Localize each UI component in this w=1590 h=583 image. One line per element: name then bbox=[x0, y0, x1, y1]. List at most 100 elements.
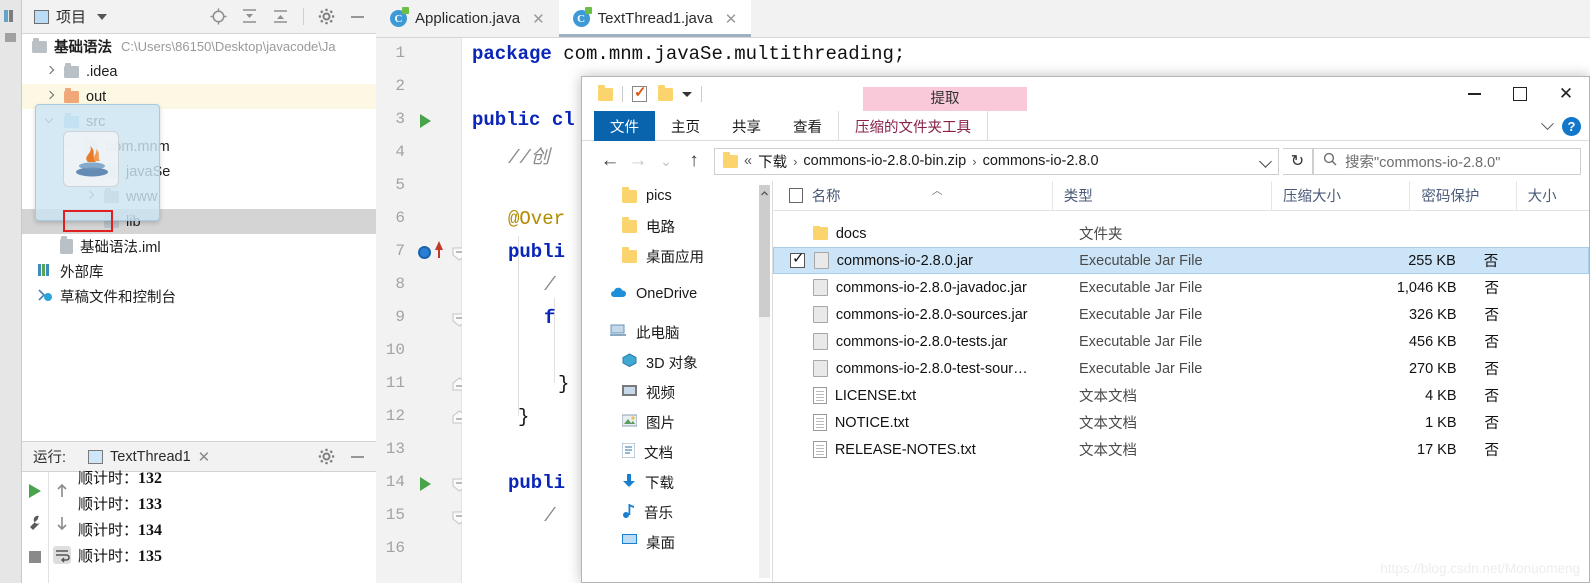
ribbon-tab-compressed-tools[interactable]: 压缩的文件夹工具 bbox=[839, 111, 987, 141]
file-rows[interactable]: docs 文件夹 commons-io-2.8.0.jar Executable… bbox=[773, 211, 1589, 582]
chevron-down-icon[interactable] bbox=[1259, 154, 1272, 168]
close-icon[interactable]: ✕ bbox=[198, 448, 211, 466]
tree-row-iml[interactable]: 基础语法.iml bbox=[22, 234, 376, 259]
file-row-javadoc-jar[interactable]: commons-io-2.8.0-javadoc.jar Executable … bbox=[773, 274, 1589, 301]
search-input[interactable]: 搜索"commons-io-2.8.0" bbox=[1313, 147, 1581, 175]
soft-wrap-icon[interactable] bbox=[53, 546, 71, 564]
up-icon[interactable]: ↑ bbox=[680, 147, 708, 175]
refresh-icon[interactable]: ↻ bbox=[1283, 147, 1313, 175]
wrench-icon[interactable] bbox=[26, 514, 44, 532]
close-icon[interactable]: ✕ bbox=[1543, 77, 1589, 111]
address-bar[interactable]: « 下载 › commons-io-2.8.0-bin.zip › common… bbox=[714, 147, 1279, 175]
close-icon[interactable]: ✕ bbox=[532, 10, 545, 28]
editor-tab-application[interactable]: C Application.java ✕ bbox=[376, 0, 559, 37]
window-controls[interactable]: ✕ bbox=[1451, 77, 1589, 111]
maximize-icon[interactable] bbox=[1497, 77, 1543, 111]
editor-tab-textthread1[interactable]: C TextThread1.java ✕ bbox=[558, 0, 752, 37]
stop-icon[interactable] bbox=[26, 548, 44, 566]
column-headers[interactable]: ︿ 名称 类型 压缩大小 密码保护 大小 bbox=[773, 180, 1589, 211]
editor-tab-bar[interactable]: C Application.java ✕ C TextThread1.java … bbox=[376, 0, 1590, 38]
file-row-sources-jar[interactable]: commons-io-2.8.0-sources.jar Executable … bbox=[773, 301, 1589, 328]
nav-pane-scrollbar[interactable] bbox=[759, 185, 770, 578]
file-row-test-sources-jar[interactable]: commons-io-2.8.0-test-sour… Executable J… bbox=[773, 355, 1589, 382]
project-panel-title[interactable]: 项目 bbox=[34, 6, 108, 27]
navigation-bar[interactable]: ← → ⌄ ↑ « 下载 › commons-io-2.8.0-bin.zip … bbox=[582, 141, 1589, 181]
nav-item-pics[interactable]: pics bbox=[582, 181, 772, 211]
up-arrow-icon[interactable] bbox=[53, 482, 71, 500]
tree-row-scratches[interactable]: 草稿文件和控制台 bbox=[22, 284, 376, 309]
chevron-up-icon[interactable] bbox=[760, 186, 769, 196]
nav-item-pictures[interactable]: 图片 bbox=[582, 407, 772, 437]
dropdown-caret-icon[interactable] bbox=[682, 91, 692, 97]
minimize-icon[interactable] bbox=[1451, 77, 1497, 111]
nav-item-downloads[interactable]: 下载 bbox=[582, 467, 772, 497]
nav-item-onedrive[interactable]: OneDrive bbox=[582, 279, 772, 309]
breadcrumb-item-zip[interactable]: commons-io-2.8.0-bin.zip bbox=[803, 153, 966, 169]
recent-dropdown-icon[interactable]: ⌄ bbox=[652, 147, 680, 175]
run-side-toolbar[interactable] bbox=[22, 472, 48, 583]
tool-window-stripe-left[interactable] bbox=[0, 0, 22, 583]
file-row-docs[interactable]: docs 文件夹 bbox=[773, 220, 1589, 247]
chevron-right-icon[interactable] bbox=[44, 90, 57, 103]
quick-access-toolbar[interactable] bbox=[582, 77, 1589, 111]
file-row-notice-txt[interactable]: NOTICE.txt 文本文档 1 KB 否 bbox=[773, 409, 1589, 436]
column-header-type[interactable]: 类型 bbox=[1053, 180, 1273, 211]
file-list-pane[interactable]: ︿ 名称 类型 压缩大小 密码保护 大小 docs 文件夹 ✓ commons-… bbox=[773, 180, 1589, 582]
column-header-packed-size[interactable]: 压缩大小 bbox=[1272, 180, 1411, 211]
minimize-icon[interactable] bbox=[349, 448, 366, 465]
project-stripe-icon[interactable] bbox=[3, 8, 19, 24]
breakpoint-icon[interactable] bbox=[418, 246, 431, 259]
run-gutter-icon[interactable] bbox=[420, 114, 431, 128]
nav-item-videos[interactable]: 视频 bbox=[582, 377, 772, 407]
folder-icon[interactable] bbox=[598, 84, 613, 101]
run-gutter-icon[interactable] bbox=[420, 477, 431, 491]
breadcrumb-item-downloads[interactable]: 下载 bbox=[758, 151, 787, 172]
nav-item-documents[interactable]: 文档 bbox=[582, 437, 772, 467]
help-icon[interactable]: ? bbox=[1562, 116, 1581, 136]
column-header-password-protected[interactable]: 密码保护 bbox=[1410, 180, 1517, 211]
locate-icon[interactable] bbox=[210, 8, 227, 25]
navigation-pane[interactable]: pics 电路 桌面应用 OneDrive 此电脑 3D 对象 视频 图片 文档… bbox=[582, 181, 772, 582]
ribbon-tab-view[interactable]: 查看 bbox=[777, 111, 838, 141]
nav-item-3d-objects[interactable]: 3D 对象 bbox=[582, 347, 772, 377]
rerun-icon[interactable] bbox=[26, 482, 44, 500]
run-configuration-tab[interactable]: TextThread1 ✕ bbox=[82, 448, 233, 475]
editor-gutter[interactable]: 1 2 3 4 5 6 7 8 9 10 11 12 13 14 15 16 bbox=[376, 38, 467, 583]
back-icon[interactable]: ← bbox=[596, 147, 624, 175]
ribbon-bar[interactable]: 提取 文件 主页 共享 查看 压缩的文件夹工具 ? bbox=[582, 87, 1589, 141]
ribbon-tab-home[interactable]: 主页 bbox=[655, 111, 716, 141]
nav-item-music[interactable]: 音乐 bbox=[582, 497, 772, 527]
file-row-tests-jar[interactable]: commons-io-2.8.0-tests.jar Executable Ja… bbox=[773, 328, 1589, 355]
file-row-commons-io-jar[interactable]: commons-io-2.8.0.jar Executable Jar File… bbox=[773, 247, 1589, 274]
project-tree[interactable]: 基础语法 C:\Users\86150\Desktop\javacode\Ja … bbox=[22, 34, 376, 438]
scrollbar-thumb[interactable] bbox=[759, 185, 770, 317]
row-checkbox[interactable] bbox=[790, 249, 805, 268]
nav-item-circuits[interactable]: 电路 bbox=[582, 211, 772, 241]
file-row-release-notes-txt[interactable]: RELEASE-NOTES.txt 文本文档 17 KB 否 bbox=[773, 436, 1589, 463]
close-icon[interactable]: ✕ bbox=[725, 10, 738, 28]
chevron-right-icon[interactable] bbox=[44, 65, 57, 78]
run-side-toolbar-2[interactable] bbox=[48, 472, 74, 583]
folder-icon[interactable] bbox=[658, 84, 673, 101]
breadcrumb-item-current[interactable]: commons-io-2.8.0 bbox=[983, 153, 1099, 169]
settings-gear-icon[interactable] bbox=[318, 8, 335, 25]
chevron-down-icon[interactable] bbox=[97, 13, 108, 20]
ribbon-tab-file[interactable]: 文件 bbox=[594, 111, 655, 141]
structure-stripe-icon[interactable] bbox=[3, 30, 19, 46]
tree-row-project-root[interactable]: 基础语法 C:\Users\86150\Desktop\javacode\Ja bbox=[22, 34, 376, 59]
tree-row-external-libraries[interactable]: 外部库 bbox=[22, 259, 376, 284]
minimize-icon[interactable] bbox=[349, 8, 366, 25]
ribbon-tab-share[interactable]: 共享 bbox=[716, 111, 777, 141]
settings-gear-icon[interactable] bbox=[318, 448, 335, 465]
file-row-license-txt[interactable]: LICENSE.txt 文本文档 4 KB 否 bbox=[773, 382, 1589, 409]
nav-item-desktop[interactable]: 桌面 bbox=[582, 527, 772, 557]
checkbox-icon[interactable] bbox=[632, 83, 647, 102]
tree-row-idea[interactable]: .idea bbox=[22, 59, 376, 84]
nav-item-this-pc[interactable]: 此电脑 bbox=[582, 317, 772, 347]
chevron-down-icon[interactable] bbox=[1541, 116, 1554, 130]
nav-item-desktop-apps[interactable]: 桌面应用 bbox=[582, 241, 772, 271]
select-all-checkbox[interactable] bbox=[789, 188, 803, 203]
column-header-size[interactable]: 大小 bbox=[1517, 181, 1589, 211]
down-arrow-icon[interactable] bbox=[53, 514, 71, 532]
collapse-all-icon[interactable] bbox=[272, 8, 289, 25]
